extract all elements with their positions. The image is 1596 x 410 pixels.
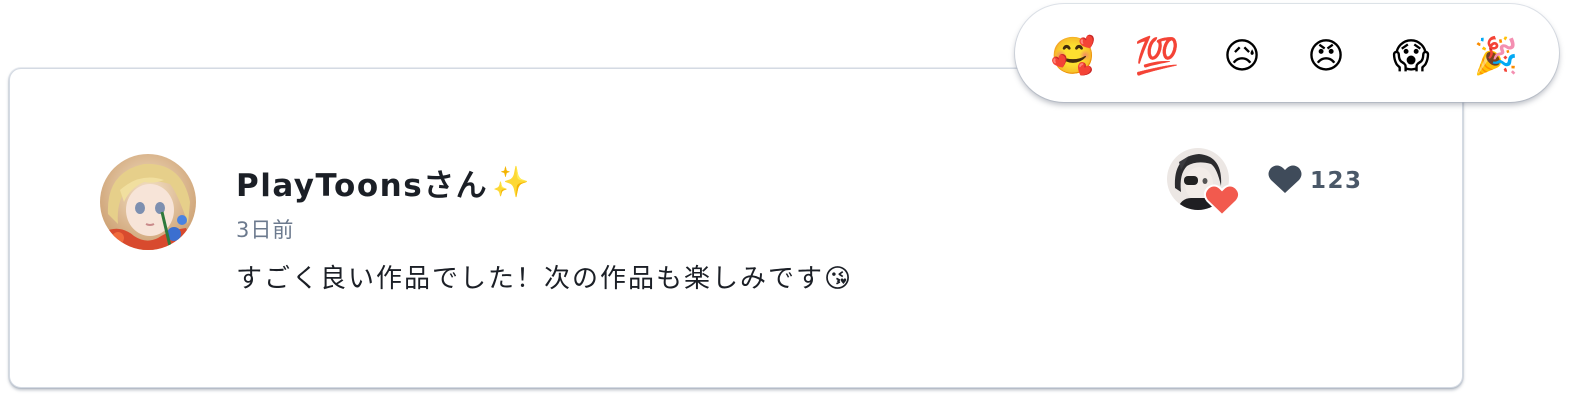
author-name-row[interactable]: PlayToonsさん ✨: [236, 160, 530, 204]
reaction-smiling-face-with-hearts[interactable]: 🥰: [1051, 34, 1096, 78]
reaction-hundred-points[interactable]: 💯: [1135, 34, 1180, 78]
like-count: 123: [1310, 168, 1363, 194]
author-name[interactable]: PlayToonsさん: [236, 160, 488, 205]
author-avatar[interactable]: [100, 154, 196, 250]
heart-icon: [1268, 164, 1302, 198]
sparkle-emoji: ✨: [492, 164, 530, 200]
comment-timestamp: 3日前: [236, 218, 295, 242]
comment-card: [9, 68, 1463, 388]
reaction-angry-face[interactable]: 😠: [1304, 34, 1348, 78]
reaction-sad-but-relieved-face[interactable]: 😥: [1220, 34, 1264, 78]
comment-text: すごく良い作品でした！次の作品も楽しみです😘: [236, 264, 854, 294]
comment-stage: PlayToonsさん ✨ 3日前 すごく良い作品でした！次の作品も楽しみです😘…: [0, 0, 1596, 410]
reaction-face-screaming-in-fear[interactable]: 😱: [1389, 34, 1433, 78]
reaction-party-popper[interactable]: 🎉: [1474, 34, 1519, 78]
like-button[interactable]: 123: [1268, 164, 1363, 198]
reaction-picker: 🥰 💯 😥 😠 😱 🎉: [1015, 4, 1559, 102]
creator-heart-icon: [1203, 184, 1241, 217]
